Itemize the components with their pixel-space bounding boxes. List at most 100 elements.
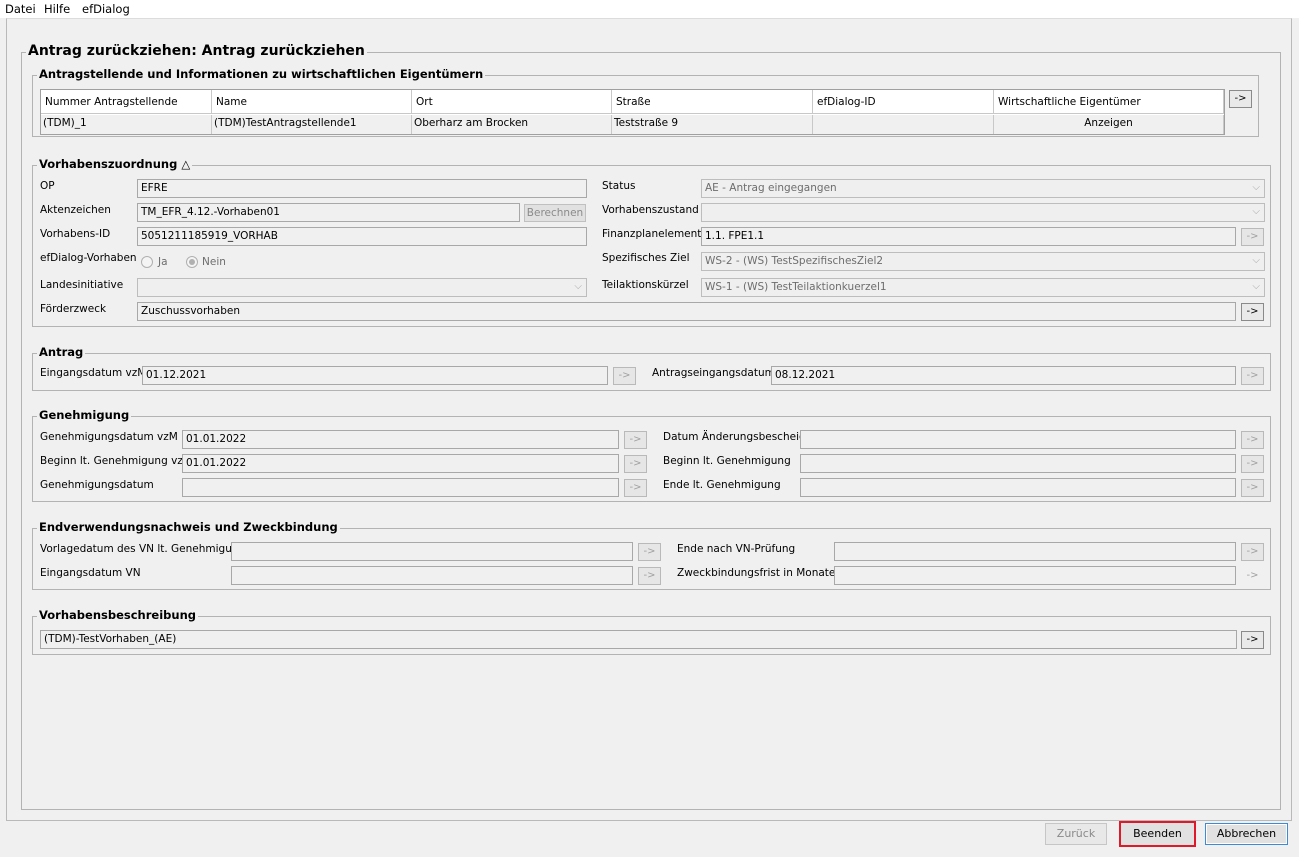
- column-header[interactable]: Straße: [612, 90, 813, 114]
- ende-arrow-button[interactable]: ->: [1241, 479, 1264, 497]
- assignment-legend: Vorhabenszuordnung △: [37, 157, 193, 171]
- eingangsdatum-label: Eingangsdatum vzM: [40, 367, 147, 379]
- teilaktion-select[interactable]: WS-1 - (WS) TestTeilaktionkuerzel1 ⌵: [701, 278, 1265, 297]
- vorhabenszustand-select[interactable]: ⌵: [701, 203, 1265, 222]
- chevron-down-icon: ⌵: [1252, 206, 1260, 217]
- zweckbindung-label: Zweckbindungsfrist in Monaten: [677, 567, 843, 579]
- antragseingangsdatum-label: Antragseingangsdatum: [652, 367, 775, 379]
- ende-vn-arrow-button[interactable]: ->: [1241, 543, 1264, 561]
- column-header[interactable]: Nummer Antragstellende: [41, 90, 212, 114]
- op-field[interactable]: EFRE: [137, 179, 587, 198]
- eingangsdatum-vn-arrow-button[interactable]: ->: [638, 567, 661, 585]
- efdialog-vorhaben-label: efDialog-Vorhaben: [40, 252, 137, 264]
- datum-aenderung-field[interactable]: [800, 430, 1236, 449]
- menu-efdialog[interactable]: efDialog: [82, 2, 130, 16]
- spezifisches-ziel-select[interactable]: WS-2 - (WS) TestSpezifischesZiel2 ⌵: [701, 252, 1265, 271]
- vorhabenszustand-label: Vorhabenszustand: [602, 204, 699, 216]
- landesinitiative-label: Landesinitiative: [40, 279, 124, 291]
- genehmigungsdatum-arrow-button[interactable]: ->: [624, 479, 647, 497]
- chevron-down-icon: ⌵: [574, 281, 582, 292]
- radio-ja-label: Ja: [158, 256, 168, 268]
- menu-hilfe[interactable]: Hilfe: [44, 2, 70, 16]
- genehmigungsdatum-vzm-arrow-button[interactable]: ->: [624, 431, 647, 449]
- foerderzweck-arrow-button[interactable]: ->: [1241, 303, 1264, 321]
- radio-ja[interactable]: [141, 256, 153, 268]
- vorlagedatum-label: Vorlagedatum des VN lt. Genehmigung: [40, 543, 246, 555]
- menu-bar: Datei Hilfe efDialog: [0, 0, 1299, 18]
- applicants-table: Nummer Antragstellende Name Ort Straße e…: [40, 89, 1225, 135]
- vorhabens-id-field[interactable]: 5051211185919_VORHAB: [137, 227, 587, 246]
- ende-field[interactable]: [800, 478, 1236, 497]
- eingangsdatum-vn-label: Eingangsdatum VN: [40, 567, 141, 579]
- ende-vn-label: Ende nach VN-Prüfung: [677, 543, 796, 555]
- genehmigung-legend: Genehmigung: [37, 408, 132, 422]
- zurueck-button[interactable]: Zurück: [1045, 823, 1107, 845]
- antrag-legend: Antrag: [37, 345, 86, 359]
- beschreibung-arrow-button[interactable]: ->: [1241, 631, 1264, 649]
- chevron-down-icon: ⌵: [1252, 281, 1260, 292]
- vorlagedatum-arrow-button[interactable]: ->: [638, 543, 661, 561]
- anzeigen-button[interactable]: Anzeigen: [994, 115, 1224, 134]
- eingangsdatum-field[interactable]: 01.12.2021: [142, 366, 608, 385]
- beginn-arrow-button[interactable]: ->: [1241, 455, 1264, 473]
- column-header[interactable]: Ort: [412, 90, 612, 114]
- spezifisches-ziel-label: Spezifisches Ziel: [602, 252, 690, 264]
- applicants-expand-button[interactable]: ->: [1229, 90, 1252, 108]
- radio-nein[interactable]: [186, 256, 198, 268]
- antragseingangsdatum-field[interactable]: 08.12.2021: [771, 366, 1236, 385]
- eingangsdatum-vn-field[interactable]: [231, 566, 633, 585]
- genehmigungsdatum-field[interactable]: [182, 478, 619, 497]
- beginn-vzm-label: Beginn lt. Genehmigung vzM: [40, 455, 192, 467]
- genehmigungsdatum-vzm-label: Genehmigungsdatum vzM: [40, 431, 178, 443]
- chevron-down-icon: ⌵: [1252, 182, 1260, 193]
- radio-nein-label: Nein: [202, 256, 226, 268]
- beginn-vzm-field[interactable]: 01.01.2022: [182, 454, 619, 473]
- beschreibung-field[interactable]: (TDM)-TestVorhaben_(AE): [40, 630, 1237, 649]
- status-select[interactable]: AE - Antrag eingegangen ⌵: [701, 179, 1265, 198]
- warning-triangle-icon: △: [181, 157, 191, 171]
- beenden-button[interactable]: Beenden: [1119, 821, 1196, 847]
- table-cell[interactable]: [813, 115, 994, 134]
- aktenzeichen-field[interactable]: TM_EFR_4.12.-Vorhaben01: [137, 203, 520, 222]
- table-cell[interactable]: Oberharz am Brocken: [412, 115, 612, 134]
- datum-aenderung-label: Datum Änderungsbescheid: [663, 431, 806, 443]
- ende-label: Ende lt. Genehmigung: [663, 479, 781, 491]
- table-cell[interactable]: (TDM)TestAntragstellende1: [212, 115, 412, 134]
- genehmigungsdatum-vzm-field[interactable]: 01.01.2022: [182, 430, 619, 449]
- op-label: OP: [40, 180, 55, 192]
- antragseingangsdatum-arrow-button[interactable]: ->: [1241, 367, 1264, 385]
- table-cell[interactable]: Teststraße 9: [612, 115, 813, 134]
- chevron-down-icon: ⌵: [1252, 255, 1260, 266]
- aktenzeichen-label: Aktenzeichen: [40, 204, 111, 216]
- landesinitiative-select[interactable]: ⌵: [137, 278, 587, 297]
- table-cell[interactable]: (TDM)_1: [41, 115, 212, 134]
- column-header[interactable]: efDialog-ID: [813, 90, 994, 114]
- finanzplanelement-field[interactable]: 1.1. FPE1.1: [701, 227, 1236, 246]
- datum-aenderung-arrow-button[interactable]: ->: [1241, 431, 1264, 449]
- teilaktion-label: Teilaktionskürzel: [602, 279, 689, 291]
- eingangsdatum-arrow-button[interactable]: ->: [613, 367, 636, 385]
- finanzplanelement-label: Finanzplanelement: [602, 228, 702, 240]
- foerderzweck-field[interactable]: Zuschussvorhaben: [137, 302, 1236, 321]
- ende-vn-field[interactable]: [834, 542, 1236, 561]
- endverwendung-legend: Endverwendungsnachweis und Zweckbindung: [37, 520, 340, 534]
- vorlagedatum-field[interactable]: [231, 542, 633, 561]
- genehmigungsdatum-label: Genehmigungsdatum: [40, 479, 154, 491]
- beginn-vzm-arrow-button[interactable]: ->: [624, 455, 647, 473]
- berechnen-button[interactable]: Berechnen: [524, 204, 586, 222]
- beginn-label: Beginn lt. Genehmigung: [663, 455, 791, 467]
- beginn-field[interactable]: [800, 454, 1236, 473]
- beschreibung-legend: Vorhabensbeschreibung: [37, 608, 198, 622]
- column-header[interactable]: Name: [212, 90, 412, 114]
- page-title: Antrag zurückziehen: Antrag zurückziehen: [26, 43, 367, 59]
- foerderzweck-label: Förderzweck: [40, 303, 107, 315]
- column-header[interactable]: Wirtschaftliche Eigentümer: [994, 90, 1224, 114]
- abbrechen-button[interactable]: Abbrechen: [1205, 823, 1288, 845]
- status-label: Status: [602, 180, 636, 192]
- menu-datei[interactable]: Datei: [5, 2, 36, 16]
- applicants-legend: Antragstellende und Informationen zu wir…: [37, 67, 486, 81]
- vorhabens-id-label: Vorhabens-ID: [40, 228, 111, 240]
- zweckbindung-field[interactable]: [834, 566, 1236, 585]
- finanzplanelement-arrow-button[interactable]: ->: [1241, 228, 1264, 246]
- zweckbindung-arrow-button[interactable]: ->: [1241, 567, 1264, 585]
